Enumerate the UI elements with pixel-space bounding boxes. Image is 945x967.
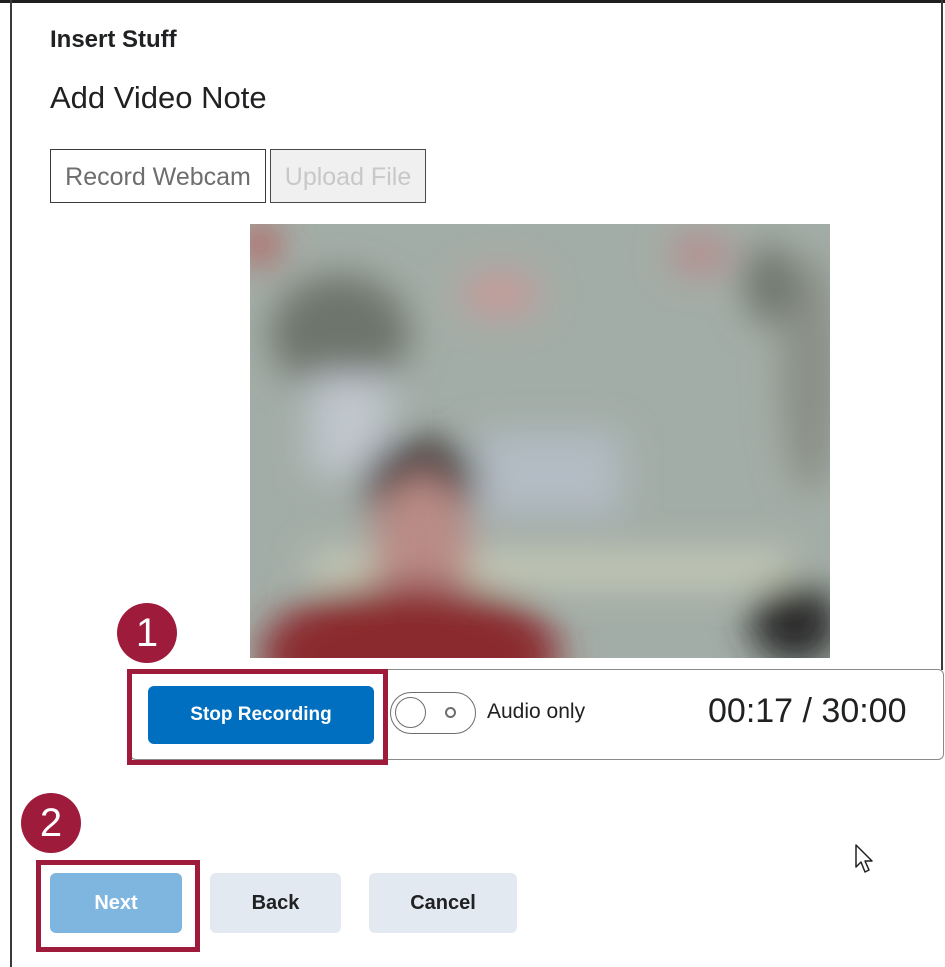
audio-only-label: Audio only <box>487 700 586 723</box>
webcam-preview-image <box>250 224 830 658</box>
next-button[interactable]: Next <box>50 873 182 933</box>
toggle-off-icon <box>445 707 456 718</box>
page-heading: Add Video Note <box>50 80 267 115</box>
dialog-title: Insert Stuff <box>50 26 177 53</box>
audio-only-toggle[interactable] <box>390 692 476 734</box>
window-right-border <box>941 0 943 670</box>
toggle-knob <box>395 697 426 728</box>
annotation-highlight-stop <box>127 669 388 765</box>
window-left-border <box>10 0 12 967</box>
annotation-badge-2: 2 <box>21 793 81 853</box>
back-button[interactable]: Back <box>210 873 341 933</box>
webcam-preview <box>250 224 830 658</box>
mouse-pointer-icon <box>854 843 876 880</box>
tab-record-webcam[interactable]: Record Webcam <box>50 149 266 203</box>
annotation-badge-1: 1 <box>117 603 177 663</box>
cancel-button[interactable]: Cancel <box>369 873 517 933</box>
window-top-border <box>0 0 945 3</box>
tab-upload-file[interactable]: Upload File <box>270 149 426 203</box>
recording-timer: 00:17 / 30:00 <box>708 692 907 730</box>
